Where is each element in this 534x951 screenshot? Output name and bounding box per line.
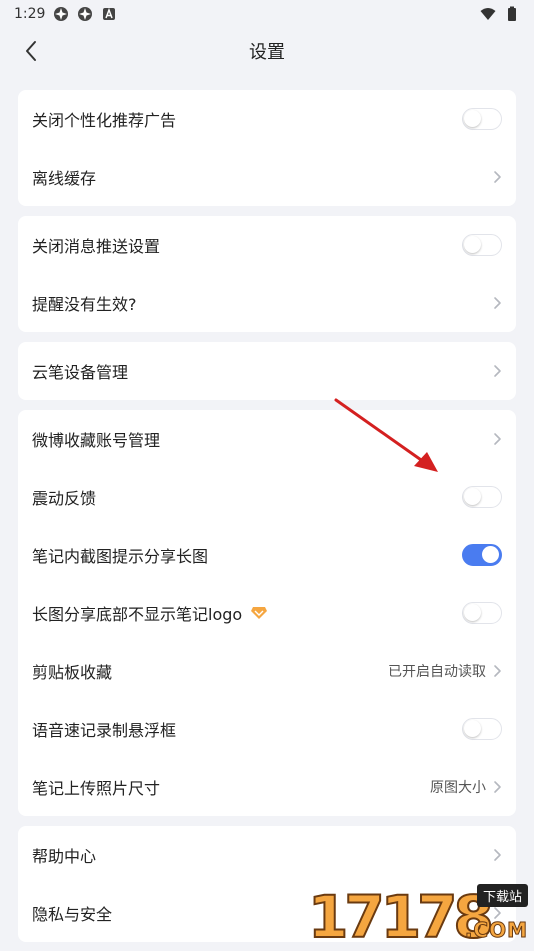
chevron-right-icon	[494, 665, 501, 677]
settings-row-label: 笔记上传照片尺寸	[32, 779, 161, 798]
status-time: 1:29	[14, 6, 46, 22]
settings-row[interactable]: 剪贴板收藏 已开启自动读取	[18, 642, 516, 700]
app-notification-icon	[78, 7, 93, 21]
app-notification-icon	[54, 7, 69, 21]
settings-row[interactable]: 离线缓存	[18, 148, 516, 206]
settings-row-label: 隐私与安全	[32, 905, 113, 924]
a-notification-icon	[103, 7, 116, 20]
settings-row-control	[492, 432, 502, 446]
settings-row[interactable]: 提醒没有生效?	[18, 274, 516, 332]
chevron-right-icon	[494, 433, 501, 445]
toggle-knob	[464, 110, 481, 127]
settings-row-control	[492, 364, 502, 378]
settings-row[interactable]: 笔记内截图提示分享长图	[18, 526, 516, 584]
settings-group: 关闭消息推送设置 提醒没有生效?	[18, 216, 516, 332]
settings-row-value: 已开启自动读取	[388, 664, 486, 680]
settings-row-control	[462, 602, 502, 624]
toggle-switch-off[interactable]	[462, 234, 502, 256]
watermark-digits: 17178	[307, 883, 495, 951]
settings-list: 关闭个性化推荐广告 离线缓存 关闭消息推送设置 提醒没有生效? 云笔设备管理 微博收藏账号…	[0, 90, 534, 942]
watermark-tag: 下载站	[476, 884, 528, 907]
nav-bar: 设置	[0, 28, 534, 74]
settings-row-control	[462, 108, 502, 130]
settings-row-control	[462, 486, 502, 508]
toggle-knob	[464, 236, 481, 253]
page-title: 设置	[249, 42, 285, 63]
settings-row-value: 原图大小	[430, 780, 486, 796]
settings-row[interactable]: 语音速记录制悬浮框	[18, 700, 516, 758]
settings-row-label: 离线缓存	[32, 169, 97, 188]
settings-row-label: 关闭个性化推荐广告	[32, 111, 177, 130]
settings-row-label: 微博收藏账号管理	[32, 431, 161, 450]
chevron-right-icon	[494, 849, 501, 861]
toggle-knob	[482, 546, 499, 563]
chevron-right-icon	[494, 781, 501, 793]
settings-row-label: 提醒没有生效?	[32, 295, 137, 314]
toggle-knob	[464, 720, 481, 737]
toggle-switch-off[interactable]	[462, 486, 502, 508]
settings-row-control	[492, 170, 502, 184]
settings-row-label: 长图分享底部不显示笔记logo	[32, 605, 243, 624]
back-button[interactable]	[18, 38, 44, 64]
settings-row-label: 关闭消息推送设置	[32, 237, 161, 256]
toggle-switch-on[interactable]	[462, 544, 502, 566]
settings-row-control	[492, 848, 502, 862]
settings-row[interactable]: 关闭个性化推荐广告	[18, 90, 516, 148]
settings-row[interactable]: 长图分享底部不显示笔记logo	[18, 584, 516, 642]
settings-row-control	[462, 718, 502, 740]
settings-row-label: 帮助中心	[32, 847, 97, 866]
settings-row[interactable]: 帮助中心	[18, 826, 516, 884]
settings-row[interactable]: 关闭消息推送设置	[18, 216, 516, 274]
settings-row-label: 震动反馈	[32, 489, 97, 508]
toggle-switch-off[interactable]	[462, 108, 502, 130]
status-bar: 1:29	[0, 0, 534, 28]
settings-group: 关闭个性化推荐广告 离线缓存	[18, 90, 516, 206]
watermark-suffix: .COM	[464, 918, 528, 943]
settings-row-label: 语音速记录制悬浮框	[32, 721, 177, 740]
settings-row[interactable]: 笔记上传照片尺寸 原图大小	[18, 758, 516, 816]
chevron-right-icon	[494, 365, 501, 377]
back-arrow-icon	[26, 41, 36, 61]
red-arrow-annotation	[334, 398, 438, 472]
chevron-right-icon	[494, 171, 501, 183]
settings-row-control	[462, 234, 502, 256]
settings-row-label: 剪贴板收藏	[32, 663, 113, 682]
settings-row-control: 已开启自动读取	[388, 661, 502, 681]
chevron-right-icon	[494, 297, 501, 309]
toggle-switch-off[interactable]	[462, 718, 502, 740]
settings-row-control: 原图大小	[430, 777, 502, 797]
battery-icon	[508, 6, 516, 21]
settings-row-label: 笔记内截图提示分享长图	[32, 547, 209, 566]
toggle-knob	[464, 488, 481, 505]
toggle-knob	[464, 604, 481, 621]
settings-row-label: 云笔设备管理	[32, 363, 129, 382]
wifi-icon	[480, 8, 496, 20]
vip-diamond-icon	[251, 607, 268, 619]
settings-row-control	[462, 544, 502, 566]
toggle-switch-off[interactable]	[462, 602, 502, 624]
settings-row-control	[492, 296, 502, 310]
watermark: 17178 下载站 .COM	[307, 882, 532, 951]
